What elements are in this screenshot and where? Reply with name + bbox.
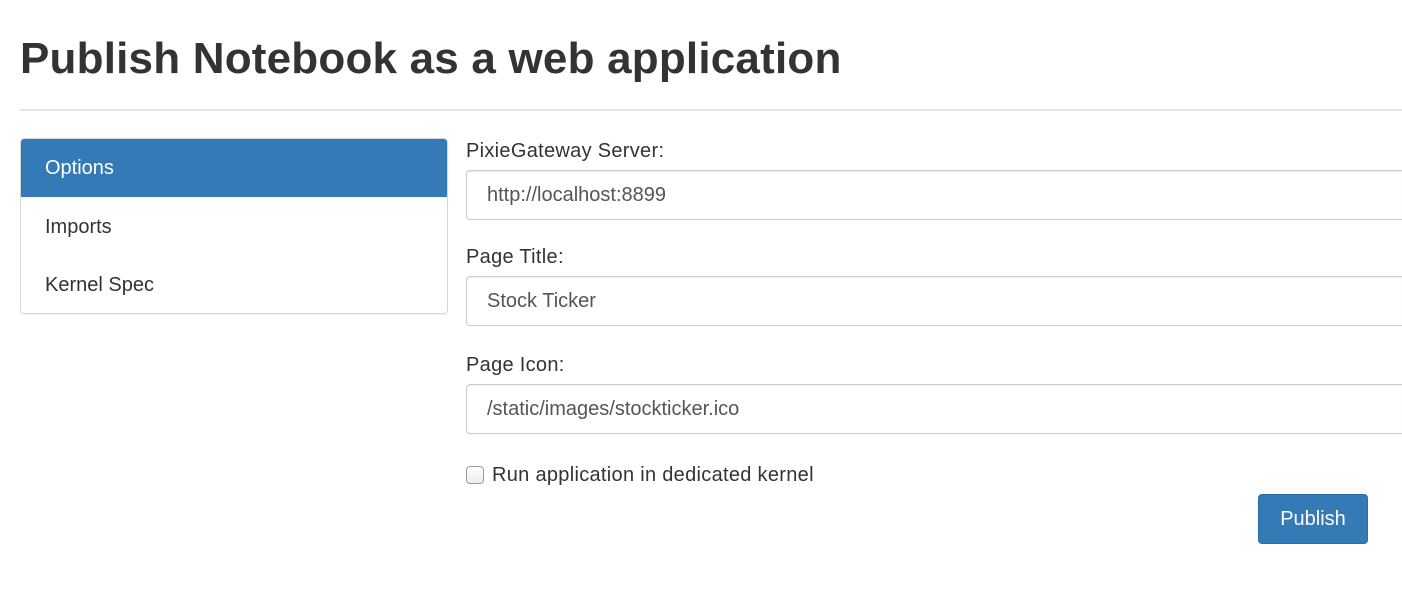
page-icon-input[interactable]: [466, 384, 1402, 434]
page-icon-label: Page Icon:: [466, 354, 565, 376]
publish-dialog: Publish Notebook as a web application Op…: [0, 0, 1402, 604]
title-divider: [20, 109, 1402, 111]
publish-button[interactable]: Publish: [1258, 494, 1368, 544]
server-label: PixieGateway Server:: [466, 140, 665, 162]
page-title: Publish Notebook as a web application: [20, 34, 842, 83]
page-title-label: Page Title:: [466, 246, 564, 268]
sidebar-item-imports[interactable]: Imports: [21, 197, 447, 255]
dedicated-kernel-label[interactable]: Run application in dedicated kernel: [492, 462, 814, 488]
dedicated-kernel-checkbox[interactable]: [466, 466, 484, 484]
options-sidebar: Options Imports Kernel Spec: [20, 138, 448, 314]
dedicated-kernel-option: Run application in dedicated kernel: [466, 462, 814, 488]
sidebar-item-options[interactable]: Options: [21, 139, 447, 197]
page-title-input[interactable]: [466, 276, 1402, 326]
server-input[interactable]: [466, 170, 1402, 220]
sidebar-item-kernel-spec[interactable]: Kernel Spec: [21, 255, 447, 313]
